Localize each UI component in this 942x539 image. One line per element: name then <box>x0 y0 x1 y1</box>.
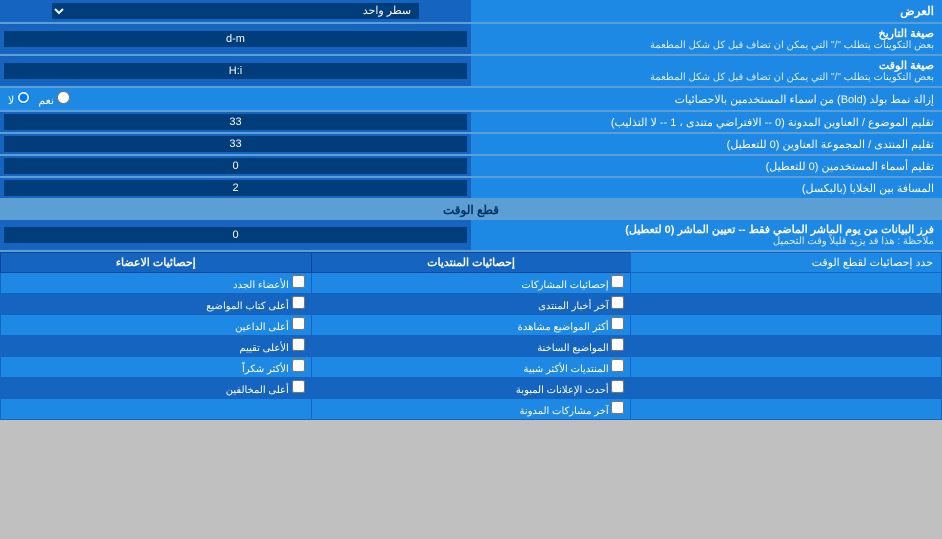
bold-label: إزالة نمط بولد (Bold) من اسماء المستخدمي… <box>471 88 942 110</box>
stats-checkbox-top-inviters[interactable]: أعلى الداعين <box>235 322 304 333</box>
checkbox-top-violations[interactable] <box>292 380 305 393</box>
checkbox-blog-posts[interactable] <box>611 401 624 414</box>
bold-no-label: لا <box>8 91 30 107</box>
display-dropdown[interactable]: سطر واحد <box>52 3 419 19</box>
date-format-label: صيغة التاريخ بعض التكوينات يتطلب "/" الت… <box>471 24 942 54</box>
checkbox-top-posters[interactable] <box>292 296 305 309</box>
topic-title-label: تقليم الموضوع / العناوين المدونة (0 -- ا… <box>471 112 942 132</box>
checkbox-news[interactable] <box>611 296 624 309</box>
stats-checkbox-most-thanks[interactable]: الأكثر شكراً <box>242 364 305 375</box>
cutoff-input[interactable] <box>4 227 467 243</box>
time-format-label: صيغة الوقت بعض التكوينات يتطلب "/" التي … <box>471 56 942 86</box>
stats-checkbox-hot[interactable]: المواضيع الساخنة <box>537 343 624 354</box>
checkbox-most-viewed[interactable] <box>611 317 624 330</box>
cell-padding-input[interactable] <box>4 180 467 196</box>
forum-title-input[interactable] <box>4 136 467 152</box>
checkbox-new-members[interactable] <box>292 275 305 288</box>
stats-checkbox-top-rated[interactable]: الأعلى تقييم <box>239 343 304 354</box>
stats-members-header: إحصائيات الاعضاء <box>1 253 312 273</box>
page-title: العرض <box>471 0 942 22</box>
stats-checkbox-posts[interactable]: إحصائيات المشاركات <box>521 280 624 291</box>
checkbox-top-rated[interactable] <box>292 338 305 351</box>
stats-checkbox-top-violations[interactable]: أعلى المخالفين <box>226 385 305 396</box>
stats-checkbox-new-members[interactable]: الأعضاء الجدد <box>233 280 304 291</box>
cutoff-section-header: قطع الوقت <box>0 200 942 220</box>
limit-label: حدد إحصائيات لقطع الوقت <box>631 253 942 273</box>
forum-title-label: تقليم المنتدى / المجموعة العناوين (0 للت… <box>471 134 942 154</box>
bold-no-radio[interactable] <box>17 91 30 104</box>
username-trim-label: تقليم أسماء المستخدمين (0 للتعطيل) <box>471 156 942 176</box>
date-format-input[interactable] <box>4 31 467 47</box>
stats-checkbox-similar-forums[interactable]: المنتديات الأكثر شبية <box>523 364 624 375</box>
stats-forums-header: إحصائيات المنتديات <box>311 253 631 273</box>
stats-checkbox-blog-posts[interactable]: آخر مشاركات المدونة <box>519 406 624 417</box>
checkbox-most-thanks[interactable] <box>292 359 305 372</box>
checkbox-classifieds[interactable] <box>611 380 624 393</box>
checkbox-posts[interactable] <box>611 275 624 288</box>
stats-checkbox-most-viewed[interactable]: أكثر المواضيع مشاهدة <box>518 322 625 333</box>
cell-padding-label: المسافة بين الخلايا (بالبكسل) <box>471 178 942 198</box>
username-trim-input[interactable] <box>4 158 467 174</box>
stats-checkbox-classifieds[interactable]: أحدث الإعلانات المبوبة <box>516 385 625 396</box>
time-format-input[interactable] <box>4 63 467 79</box>
topic-title-input[interactable] <box>4 114 467 130</box>
stats-checkbox-news[interactable]: آخر أخبار المنتدى <box>538 301 624 312</box>
checkbox-hot[interactable] <box>611 338 624 351</box>
checkbox-top-inviters[interactable] <box>292 317 305 330</box>
cutoff-label: فرز البيانات من يوم الماشر الماضي فقط --… <box>471 220 942 250</box>
stats-checkbox-top-posters[interactable]: أعلى كتاب المواضيع <box>206 301 304 312</box>
bold-yes-radio[interactable] <box>57 91 70 104</box>
checkbox-similar-forums[interactable] <box>611 359 624 372</box>
bold-yes-label: نعم <box>38 91 70 107</box>
